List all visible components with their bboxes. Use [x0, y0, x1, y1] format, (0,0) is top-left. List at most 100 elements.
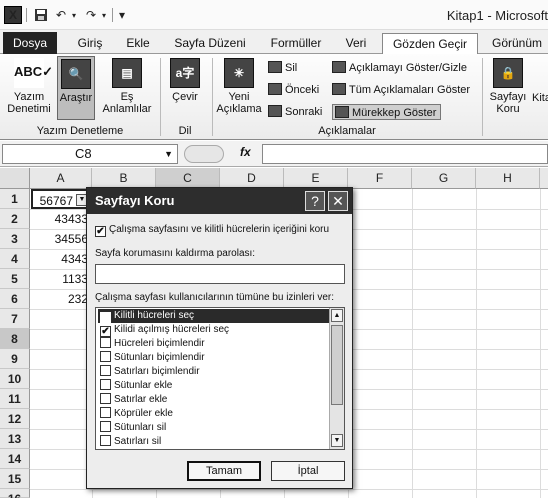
- permission-label: Satırları biçimlendir: [114, 366, 200, 377]
- row-header[interactable]: 11: [0, 389, 30, 409]
- permission-item[interactable]: Sütunları sil: [98, 421, 330, 435]
- permission-item[interactable]: Köprüler ekle: [98, 407, 330, 421]
- insert-function-icon[interactable]: fx: [240, 145, 251, 159]
- protect-contents-checkbox[interactable]: ✔ Çalışma sayfasını ve kilitli hücrelerin…: [95, 224, 329, 237]
- row-header[interactable]: 14: [0, 449, 30, 469]
- help-button[interactable]: ?: [305, 191, 325, 211]
- scroll-down-icon[interactable]: ▼: [331, 434, 343, 447]
- column-header[interactable]: E: [284, 168, 348, 189]
- protect-workbook-button[interactable]: Kita: [532, 92, 548, 104]
- row-header[interactable]: 10: [0, 369, 30, 389]
- permission-item[interactable]: Sütunları biçimlendir: [98, 351, 330, 365]
- row-header-selected[interactable]: 8: [0, 329, 30, 349]
- previous-comment-button[interactable]: Önceki: [268, 82, 319, 98]
- row-header[interactable]: 9: [0, 349, 30, 369]
- formula-input[interactable]: [262, 144, 548, 164]
- tab-sayfa-duzeni[interactable]: Sayfa Düzeni: [166, 33, 254, 54]
- column-header[interactable]: B: [92, 168, 156, 189]
- show-all-comments-button[interactable]: Tüm Açıklamaları Göster: [332, 82, 470, 98]
- show-ink-button[interactable]: Mürekkep Göster: [332, 104, 442, 120]
- checkbox-icon: [100, 379, 111, 390]
- next-comment-icon: [268, 105, 282, 117]
- translate-button[interactable]: a字 Çevir: [164, 58, 206, 103]
- permission-item[interactable]: ✔ Kilitli hücreleri seç: [98, 309, 330, 323]
- formula-bar-expander[interactable]: [184, 145, 224, 163]
- cancel-button[interactable]: İptal: [271, 461, 345, 481]
- select-all-corner[interactable]: [0, 168, 30, 189]
- row-header[interactable]: 15: [0, 469, 30, 489]
- new-comment-icon: ✳: [224, 58, 254, 88]
- close-button[interactable]: ✕: [328, 191, 348, 211]
- chevron-down-icon[interactable]: ▼: [164, 145, 173, 163]
- scroll-up-icon[interactable]: ▲: [331, 309, 343, 322]
- tab-veri[interactable]: Veri: [338, 33, 374, 54]
- row-header[interactable]: 16: [0, 489, 30, 498]
- next-comment-button[interactable]: Sonraki: [268, 104, 322, 120]
- row-header[interactable]: 7: [0, 309, 30, 329]
- row-header[interactable]: 1: [0, 189, 30, 209]
- row-header[interactable]: 13: [0, 429, 30, 449]
- delete-comment-button[interactable]: Sil: [268, 60, 297, 76]
- excel-app-icon[interactable]: X: [4, 6, 22, 24]
- permission-item[interactable]: ✔ Kilidi açılmış hücreleri seç: [98, 323, 330, 337]
- row-header[interactable]: 4: [0, 249, 30, 269]
- gridline: [540, 189, 541, 498]
- permission-item[interactable]: Hücreleri biçimlendir: [98, 337, 330, 351]
- tab-gozden-gecir[interactable]: Gözden Geçir: [382, 33, 478, 55]
- new-comment-button[interactable]: ✳ Yeni Açıklama: [214, 58, 264, 115]
- permissions-scrollbar[interactable]: ▲ ▼: [329, 308, 344, 449]
- scrollbar-thumb[interactable]: [331, 325, 343, 405]
- group-divider: [482, 58, 483, 136]
- permission-label: Sütunları sil: [114, 422, 167, 433]
- permission-item[interactable]: Satırları biçimlendir: [98, 365, 330, 379]
- undo-icon[interactable]: ↶: [54, 6, 68, 24]
- customize-toolbar-icon[interactable]: ▾: [116, 6, 128, 24]
- column-header-selected[interactable]: C: [156, 168, 220, 189]
- thesaurus-icon: ▤: [112, 58, 142, 88]
- row-header[interactable]: 6: [0, 289, 30, 309]
- tab-ekle[interactable]: Ekle: [118, 33, 158, 54]
- permission-item[interactable]: Sütunlar ekle: [98, 379, 330, 393]
- tab-gorunum[interactable]: Görünüm: [486, 33, 548, 54]
- column-header[interactable]: D: [220, 168, 284, 189]
- row-header[interactable]: 3: [0, 229, 30, 249]
- tab-formuller[interactable]: Formüller: [262, 33, 330, 54]
- thesaurus-button[interactable]: ▤ Eş Anlamlılar: [99, 58, 155, 115]
- tab-dosya[interactable]: Dosya: [3, 32, 57, 54]
- checkbox-icon: [100, 365, 111, 376]
- research-button[interactable]: 🔍 Araştır: [57, 56, 95, 120]
- row-header[interactable]: 12: [0, 409, 30, 429]
- title-bar: X ↶ ▾ ↷ ▾ ▾ Kitap1 - Microsoft: [0, 0, 548, 30]
- delete-comment-label: Sil: [285, 62, 298, 74]
- protect-sheet-button[interactable]: 🔒 Sayfayı Koru: [486, 58, 530, 115]
- spelling-button[interactable]: ABC✓ Yazım Denetimi: [4, 58, 54, 115]
- redo-icon[interactable]: ↷: [84, 6, 98, 24]
- permission-item[interactable]: Satırları sil: [98, 435, 330, 449]
- permission-item[interactable]: Satırlar ekle: [98, 393, 330, 407]
- row-header[interactable]: 2: [0, 209, 30, 229]
- name-box[interactable]: C8 ▼: [2, 144, 178, 164]
- row-header[interactable]: 5: [0, 269, 30, 289]
- cell-a3[interactable]: 34556: [31, 229, 91, 249]
- redo-dropdown-icon[interactable]: ▾: [98, 6, 110, 24]
- save-icon[interactable]: [32, 6, 50, 24]
- column-header[interactable]: H: [476, 168, 540, 189]
- show-all-comments-label: Tüm Açıklamaları Göster: [349, 84, 471, 96]
- column-header[interactable]: G: [412, 168, 476, 189]
- checkbox-icon: [100, 421, 111, 432]
- permissions-list[interactable]: ✔ Kilitli hücreleri seç ✔ Kilidi açılmış h…: [95, 307, 345, 450]
- tab-giris[interactable]: Giriş: [70, 33, 110, 54]
- password-input[interactable]: [95, 264, 345, 284]
- column-header[interactable]: A: [30, 168, 92, 189]
- undo-dropdown-icon[interactable]: ▾: [68, 6, 80, 24]
- ok-button[interactable]: Tamam: [187, 461, 261, 481]
- column-header[interactable]: F: [348, 168, 412, 189]
- cell-a6[interactable]: 232: [31, 289, 91, 309]
- show-hide-comment-button[interactable]: Açıklamayı Göster/Gizle: [332, 60, 467, 76]
- column-header[interactable]: [540, 168, 548, 189]
- cell-a2[interactable]: 43433: [31, 209, 91, 229]
- cell-a5[interactable]: 1133: [31, 269, 91, 289]
- cell-a1[interactable]: 56767 ▼: [31, 189, 91, 209]
- cell-a4[interactable]: 4343: [31, 249, 91, 269]
- ribbon: ABC✓ Yazım Denetimi 🔍 Araştır ▤ Eş Anlam…: [0, 54, 548, 140]
